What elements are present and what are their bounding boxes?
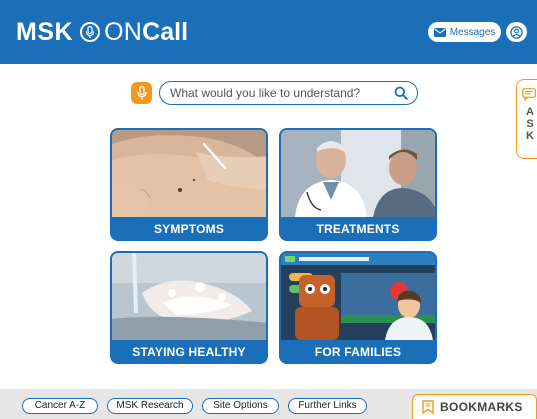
tile-for-families-label: FOR FAMILIES	[314, 345, 402, 359]
for-families-image	[281, 253, 435, 340]
logo-microphone-icon	[80, 22, 101, 42]
treatments-image	[281, 130, 435, 217]
microphone-icon	[136, 86, 147, 100]
logo-on: ON	[104, 17, 143, 46]
tile-for-families[interactable]: FOR FAMILIES	[279, 251, 437, 364]
user-icon	[510, 25, 523, 39]
messages-label: Messages	[449, 26, 496, 38]
tile-symptoms-label: SYMPTOMS	[153, 222, 225, 236]
staying-healthy-image	[112, 253, 266, 340]
msk-oncall-logo[interactable]: MSK ON Call	[16, 15, 188, 49]
tile-treatments[interactable]: TREATMENTS	[279, 128, 437, 241]
bookmark-icon	[422, 400, 434, 414]
tile-staying-healthy[interactable]: STAYING HEALTHY	[110, 251, 268, 364]
envelope-icon	[433, 27, 446, 37]
logo-msk: MSK	[16, 17, 74, 46]
messages-button[interactable]: Messages	[428, 22, 501, 42]
logo-call: Call	[142, 17, 189, 46]
symptoms-image	[112, 130, 266, 217]
search-input[interactable]	[170, 85, 380, 101]
user-button[interactable]	[506, 22, 527, 42]
ask-tab[interactable]: A S K	[516, 79, 537, 159]
footer-link-site-options[interactable]: Site Options	[202, 398, 279, 414]
search-icon[interactable]	[394, 86, 408, 100]
bookmarks-label: BOOKMARKS	[440, 400, 523, 414]
voice-search-button[interactable]	[131, 82, 152, 104]
footer-link-further-links[interactable]: Further Links	[288, 398, 367, 414]
chat-bubble-icon	[522, 88, 536, 101]
app-header: MSK ON Call Messages	[0, 0, 537, 64]
footer-link-msk-research[interactable]: MSK Research	[107, 398, 193, 414]
ask-label: A S K	[526, 106, 534, 142]
search-box	[159, 81, 418, 105]
tile-treatments-label: TREATMENTS	[316, 222, 400, 236]
tile-symptoms[interactable]: SYMPTOMS	[110, 128, 268, 241]
tile-staying-healthy-label: STAYING HEALTHY	[132, 345, 246, 359]
bookmarks-tab[interactable]: BOOKMARKS	[412, 394, 537, 419]
footer-link-cancer-a-z[interactable]: Cancer A-Z	[22, 398, 98, 414]
